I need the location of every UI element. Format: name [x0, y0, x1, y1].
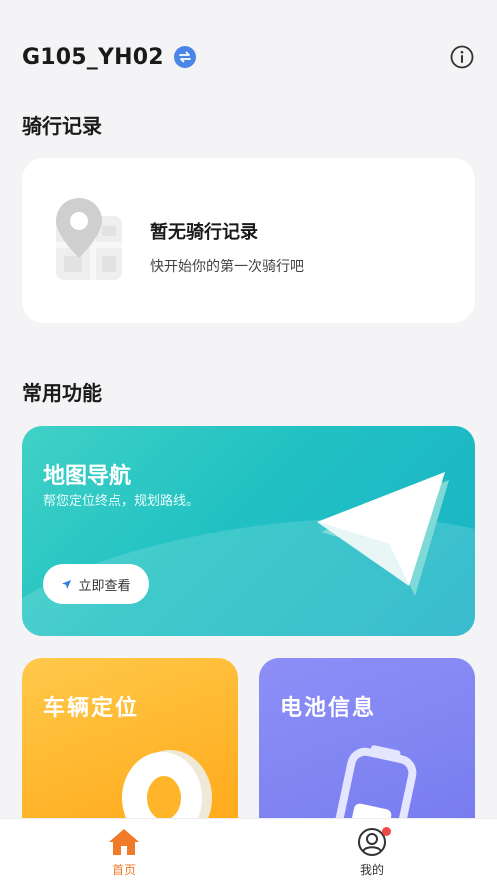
ride-record-card[interactable]: 暂无骑行记录 快开始你的第一次骑行吧	[22, 158, 475, 323]
functions-section-title: 常用功能	[22, 381, 102, 405]
vehicle-locate-title: 车辆定位	[43, 696, 140, 721]
ride-empty-text: 暂无骑行记录 快开始你的第一次骑行吧	[150, 218, 304, 276]
map-navigation-title: 地图导航	[43, 464, 132, 489]
ride-empty-title: 暂无骑行记录	[150, 222, 258, 243]
map-navigation-subtitle: 帮您定位终点，规划路线。	[43, 494, 200, 509]
info-circle-icon[interactable]	[449, 44, 475, 70]
view-now-button[interactable]: 立即查看	[43, 564, 149, 604]
map-pin-icon	[56, 198, 122, 280]
tab-bar: 首页 我的	[0, 818, 497, 883]
header: G105_YH02	[22, 40, 475, 74]
navigation-arrow-icon	[62, 579, 72, 589]
battery-info-title: 电池信息	[280, 696, 377, 721]
device-name[interactable]: G105_YH02	[22, 45, 164, 70]
tab-home-label: 首页	[111, 863, 136, 877]
view-now-label: 立即查看	[78, 578, 131, 594]
map-navigation-card[interactable]: 地图导航 帮您定位终点，规划路线。 立即查看	[22, 426, 475, 636]
tab-home[interactable]: 首页	[84, 827, 164, 878]
swap-icon[interactable]	[173, 46, 196, 68]
home-screen: G105_YH02 骑行记录 暂无骑行记录 快开始你的第一次骑行吧 常用功能 地…	[0, 0, 497, 883]
tab-mine-label: 我的	[359, 863, 384, 877]
ride-empty-subtitle: 快开始你的第一次骑行吧	[150, 259, 304, 275]
ride-section-title: 骑行记录	[22, 114, 102, 138]
tab-mine[interactable]: 我的	[332, 827, 412, 878]
notification-badge	[382, 827, 391, 836]
navigation-arrow-icon	[317, 472, 449, 596]
home-icon	[109, 829, 139, 855]
